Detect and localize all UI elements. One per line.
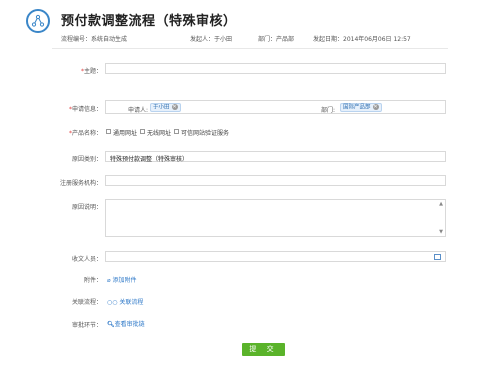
product-checkbox-3[interactable] xyxy=(174,129,179,134)
reason-desc-label: 原因说明： xyxy=(71,204,102,211)
flow-logo-icon xyxy=(26,9,50,33)
product-option-2: 无线网址 xyxy=(147,130,172,137)
registrar-label: 注册服务机构： xyxy=(59,180,102,187)
registrar-input[interactable] xyxy=(105,175,446,186)
select-people-icon[interactable] xyxy=(434,254,441,260)
attachment-label: 附件： xyxy=(83,277,102,284)
initiator: 发起人：于小田 xyxy=(190,36,233,43)
remove-icon[interactable]: ✕ xyxy=(171,104,178,110)
related-flow-link[interactable]: ○○ 关联流程 xyxy=(107,297,143,306)
product-checkbox-2[interactable] xyxy=(140,129,145,134)
reason-type-label: 原因类别： xyxy=(71,156,102,163)
link-icon: ○○ xyxy=(107,299,120,306)
product-option-1: 通用网址 xyxy=(113,130,138,137)
start-date: 发起日期：2014年06月06日 12:57 xyxy=(313,36,411,43)
subject-label: *主题： xyxy=(80,68,102,75)
recipients-label: 收文人员： xyxy=(71,256,102,263)
dept-sub-label: 部门: xyxy=(321,107,336,114)
department: 部门：产品部 xyxy=(258,36,295,43)
reason-desc-textarea[interactable]: ▲ ▼ xyxy=(105,199,446,237)
search-icon: 🔍︎ xyxy=(107,321,115,328)
scroll-up-icon[interactable]: ▲ xyxy=(439,201,443,207)
subject-input[interactable] xyxy=(105,63,446,74)
applicant-info-label: *申请信息： xyxy=(68,106,102,113)
applicant-tag[interactable]: 于小田 ✕ xyxy=(150,103,181,112)
view-approval-chain-link[interactable]: 🔍︎查看审批链 xyxy=(107,319,145,328)
dept-tag[interactable]: 国际产品部 ✕ xyxy=(340,103,382,112)
product-option-3: 可信网站验证服务 xyxy=(181,130,230,137)
applicant-info-box: 申请人: 于小田 ✕ 部门: 国际产品部 ✕ xyxy=(105,100,446,114)
applicant-sub-label: 申请人: xyxy=(128,107,149,114)
page-header: 预付款调整流程（特殊审核） 流程编号：系统自动生成 发起人：于小田 部门：产品部… xyxy=(0,0,500,44)
recipients-input[interactable] xyxy=(105,251,446,262)
form-panel: *主题： *申请信息： 申请人: 于小田 ✕ 部门: 国际产品部 ✕ *产品名称： … xyxy=(52,48,448,384)
add-attachment-link[interactable]: ⌀ 添加附件 xyxy=(107,275,137,284)
product-label: *产品名称： xyxy=(68,130,102,137)
scroll-down-icon[interactable]: ▼ xyxy=(439,229,443,235)
reason-type-input[interactable]: 特殊预付款调整（特殊审核） xyxy=(105,151,446,163)
approval-label: 审批环节： xyxy=(71,322,102,329)
flow-number: 流程编号：系统自动生成 xyxy=(61,36,128,43)
page-title: 预付款调整流程（特殊审核） xyxy=(61,14,237,29)
related-flow-label: 关联流程： xyxy=(71,299,102,306)
product-checkbox-1[interactable] xyxy=(106,129,111,134)
remove-icon[interactable]: ✕ xyxy=(372,104,379,110)
submit-button[interactable]: 提 交 xyxy=(242,343,285,356)
